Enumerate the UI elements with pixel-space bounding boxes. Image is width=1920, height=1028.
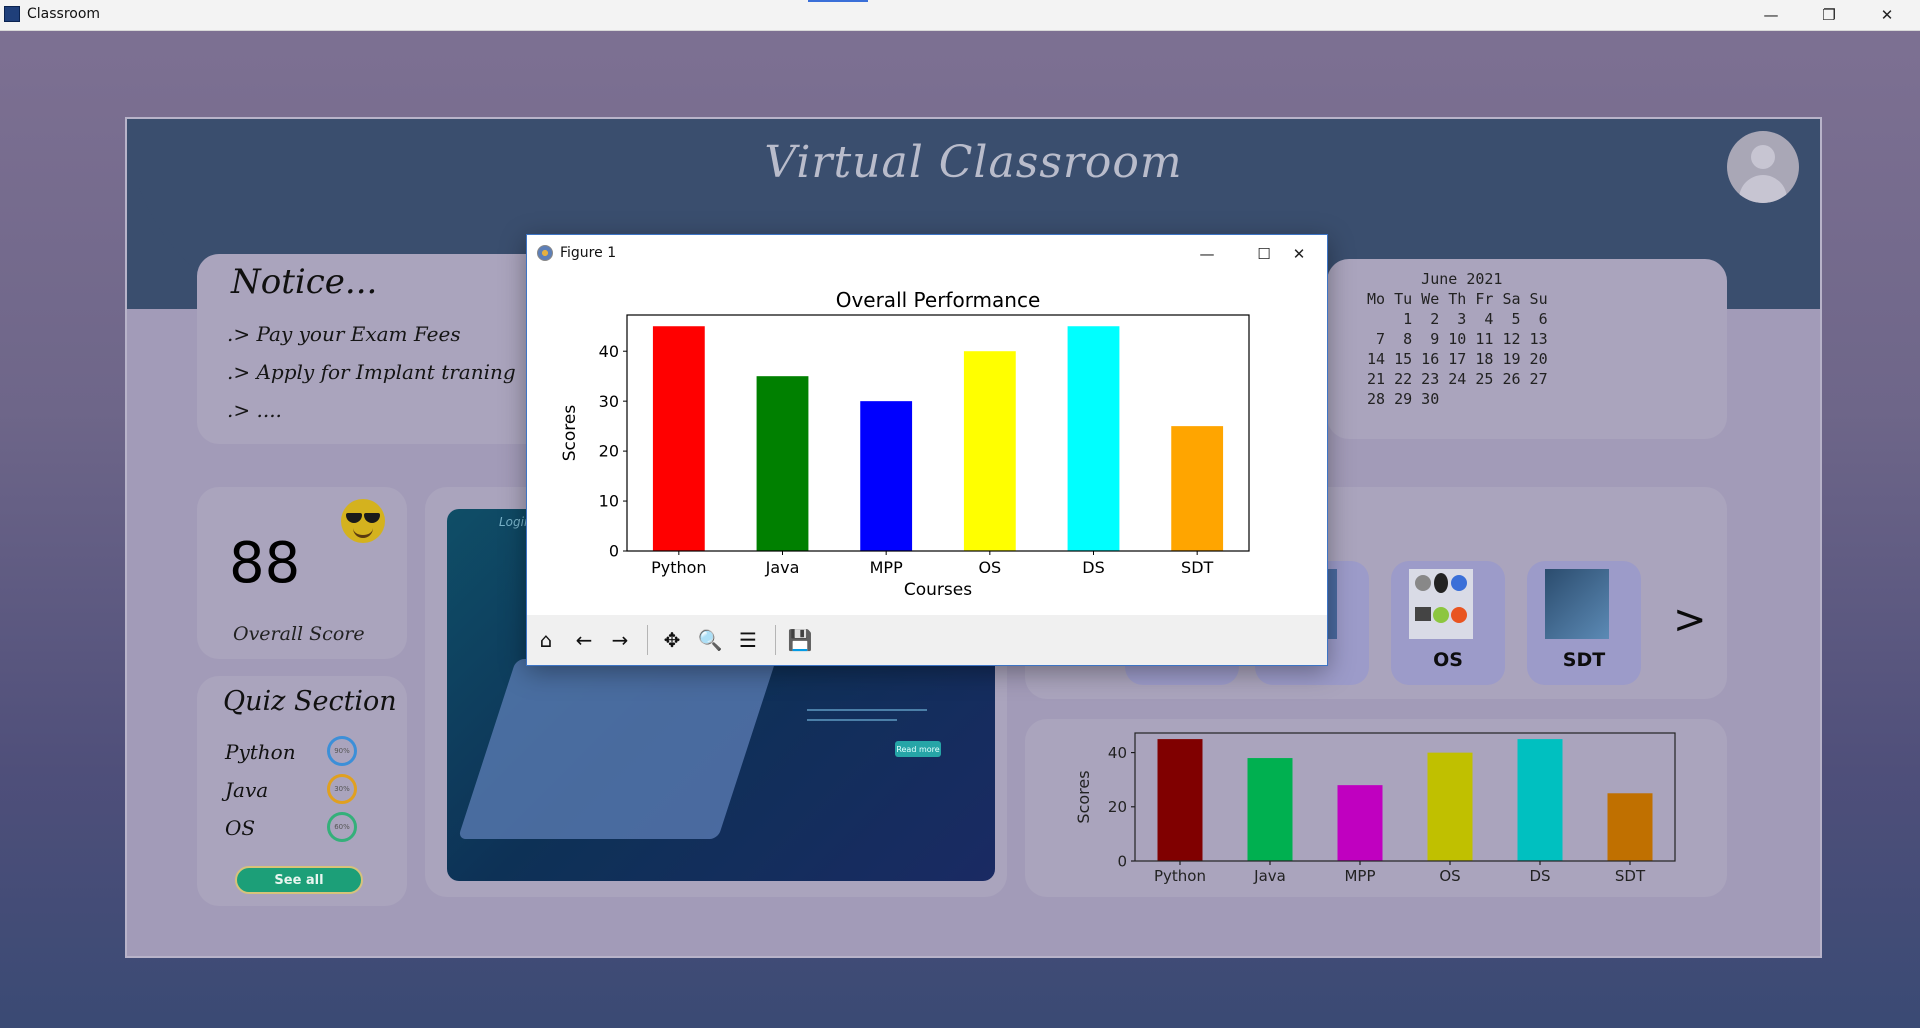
y-axis-label: Scores <box>560 405 580 462</box>
y-axis-label: Scores <box>1074 770 1093 823</box>
forward-arrow-icon[interactable]: → <box>603 623 637 657</box>
mini-performance-chart: Python Java MPP OS DS SDT 0 20 40 Scores <box>1074 732 1676 885</box>
quiz-card: Quiz Section Python 90% Java 30% OS 60% … <box>197 676 407 906</box>
y-tick-label: 20 <box>599 442 619 461</box>
see-all-button[interactable]: See all <box>235 866 363 894</box>
window-title: Classroom <box>27 6 101 22</box>
figure-title: Figure 1 <box>560 245 617 261</box>
figure-minimize-button[interactable]: — <box>1179 235 1235 273</box>
course-label-os: OS <box>1433 649 1463 671</box>
plot-frame <box>626 314 1250 552</box>
notice-line: .> .... <box>227 398 282 422</box>
quiz-item-java[interactable]: Java <box>225 778 268 802</box>
figure-toolbar: ⌂ ← → ✥ 🔍 ☰ 💾 <box>527 615 1327 665</box>
figure-close-button[interactable]: ✕ <box>1271 235 1327 273</box>
x-tick-label: MPP <box>1344 867 1375 885</box>
cool-emoji-icon <box>341 499 385 543</box>
x-tick-label: SDT <box>1181 558 1213 577</box>
bar-ds <box>1517 739 1563 861</box>
calendar[interactable]: June 2021 Mo Tu We Th Fr Sa Su 1 2 3 4 5… <box>1367 269 1548 409</box>
app-icon <box>4 6 20 22</box>
overall-score-value: 88 <box>229 531 301 596</box>
app-title: Virtual Classroom <box>764 137 1183 188</box>
bar-java <box>756 376 809 551</box>
x-tick-label: DS <box>1529 867 1550 885</box>
score-card: 88 Overall Score <box>197 487 407 659</box>
x-tick-label: Python <box>651 558 706 577</box>
mini-chart-card: Python Java MPP OS DS SDT 0 20 40 Scores <box>1025 719 1727 897</box>
chart-title: Overall Performance <box>836 288 1041 312</box>
software-development-thumbnail <box>1545 569 1609 639</box>
os-logos-icon <box>1409 569 1473 639</box>
bar-mpp <box>860 401 913 551</box>
bar-mpp <box>1337 785 1383 861</box>
y-tick-label: 40 <box>599 342 619 361</box>
progress-ring: 60% <box>327 812 357 842</box>
bar-os <box>1427 752 1473 861</box>
back-arrow-icon[interactable]: ← <box>567 623 601 657</box>
overall-performance-chart: Overall Performance Python Java MPP OS DS SDT 0… <box>560 288 1250 600</box>
notice-line: .> Apply for Implant traning <box>227 360 516 384</box>
course-card-os[interactable]: OS <box>1391 561 1505 685</box>
plot-frame <box>1134 732 1676 862</box>
configure-subplots-icon[interactable]: ☰ <box>731 623 765 657</box>
y-tick-label: 30 <box>599 392 619 411</box>
window-titlebar: Classroom — ❐ ✕ <box>0 0 1920 31</box>
taskbar-indicator <box>808 0 868 2</box>
home-icon[interactable]: ⌂ <box>529 623 563 657</box>
matplotlib-icon <box>537 245 553 261</box>
read-more-button[interactable]: Read more <box>895 741 941 757</box>
bar-sdt <box>1171 426 1224 551</box>
bar-python <box>652 326 705 551</box>
calendar-card: June 2021 Mo Tu We Th Fr Sa Su 1 2 3 4 5… <box>1327 259 1727 439</box>
toolbar-separator <box>775 625 776 655</box>
course-label-sdt: SDT <box>1562 649 1606 671</box>
bar-java <box>1247 758 1293 861</box>
figure-titlebar: Figure 1 — ☐ ✕ <box>527 235 1327 273</box>
avatar-body-icon <box>1739 175 1787 203</box>
y-tick-label: 10 <box>599 492 619 511</box>
quiz-item-os[interactable]: OS <box>225 816 255 840</box>
x-tick-label: MPP <box>870 558 903 577</box>
bar-ds <box>1067 326 1120 551</box>
bar-python <box>1157 739 1203 861</box>
next-courses-button[interactable]: > <box>1673 597 1707 643</box>
toolbar-separator <box>647 625 648 655</box>
x-tick-label: OS <box>978 558 1001 577</box>
quiz-item-python[interactable]: Python <box>225 740 296 764</box>
y-tick-label: 0 <box>1117 852 1127 870</box>
bar-sdt <box>1607 793 1653 861</box>
x-tick-label: DS <box>1082 558 1104 577</box>
quiz-heading: Quiz Section <box>223 686 397 717</box>
x-tick-label: Java <box>1253 867 1286 885</box>
x-axis-label: Courses <box>904 580 972 600</box>
overall-score-label: Overall Score <box>233 623 365 645</box>
x-tick-label: SDT <box>1615 867 1646 885</box>
notice-line: .> Pay your Exam Fees <box>227 322 461 346</box>
notice-heading: Notice... <box>231 262 378 302</box>
avatar[interactable] <box>1727 131 1799 203</box>
y-tick-label: 0 <box>609 542 619 561</box>
bar-os <box>963 351 1016 551</box>
banner-line <box>807 719 897 721</box>
save-icon[interactable]: 💾 <box>783 623 817 657</box>
y-tick-label: 20 <box>1108 798 1127 816</box>
figure-window: Figure 1 — ☐ ✕ Overall Performance Python… <box>526 234 1328 666</box>
minimize-button[interactable]: — <box>1742 0 1800 30</box>
avatar-head-icon <box>1751 145 1775 169</box>
close-button[interactable]: ✕ <box>1858 0 1916 30</box>
y-tick-label: 40 <box>1108 744 1127 762</box>
zoom-icon[interactable]: 🔍 <box>693 623 727 657</box>
banner-line <box>807 709 927 711</box>
pan-icon[interactable]: ✥ <box>655 623 689 657</box>
x-tick-label: Python <box>1154 867 1206 885</box>
laptop-illustration <box>457 659 777 839</box>
progress-ring: 90% <box>327 736 357 766</box>
restore-button[interactable]: ❐ <box>1800 0 1858 30</box>
progress-ring: 30% <box>327 774 357 804</box>
x-tick-label: OS <box>1439 867 1460 885</box>
x-tick-label: Java <box>765 558 800 577</box>
course-card-sdt[interactable]: SDT <box>1527 561 1641 685</box>
